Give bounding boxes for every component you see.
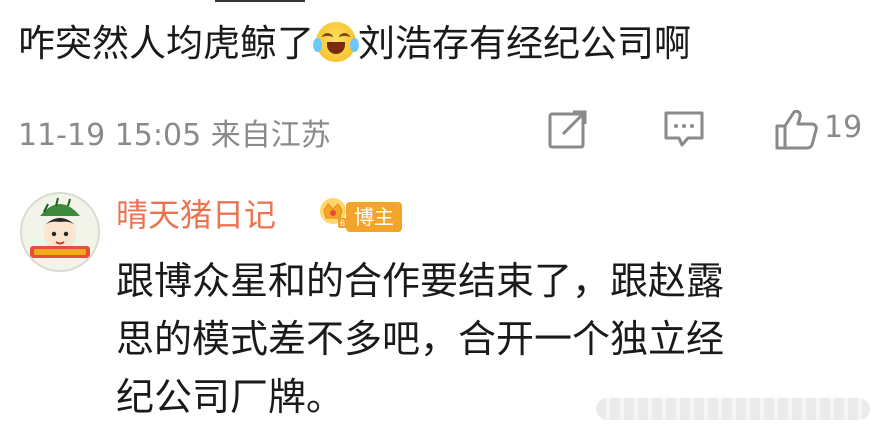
- share-icon[interactable]: [547, 108, 589, 150]
- comment-text-part2: 刘浩存有经纪公司啊: [358, 22, 691, 65]
- like-icon[interactable]: [774, 108, 818, 150]
- avatar-image: [22, 194, 98, 270]
- comment-location: 来自江苏: [210, 118, 331, 153]
- blogger-badge: 博主: [346, 202, 402, 232]
- crown-badge-icon: 6: [320, 198, 347, 228]
- top-divider: [215, 0, 305, 2]
- laugh-cry-emoji-icon: [313, 22, 359, 62]
- reply-username[interactable]: 晴天猪日记: [116, 190, 276, 236]
- watermark: [596, 398, 870, 420]
- comment-text-part1: 咋突然人均虎鲸了: [18, 22, 314, 65]
- comment-meta-row: 11-19 15:05 来自江苏 19: [18, 100, 877, 160]
- like-count: 19: [824, 110, 863, 145]
- reply-line: 跟博众星和的合作要结束了，跟赵露: [116, 259, 725, 303]
- comment-datetime: 11-19 15:05: [18, 118, 202, 153]
- svg-text:6: 6: [340, 219, 345, 228]
- reply-line: 思的模式差不多吧，合开一个独立经: [116, 317, 725, 361]
- comment-icon[interactable]: [662, 108, 706, 150]
- comment-meta: 11-19 15:05 来自江苏: [18, 110, 331, 154]
- avatar[interactable]: [20, 192, 100, 272]
- comment-text: 咋突然人均虎鲸了 刘浩存有经纪公司啊: [18, 14, 691, 74]
